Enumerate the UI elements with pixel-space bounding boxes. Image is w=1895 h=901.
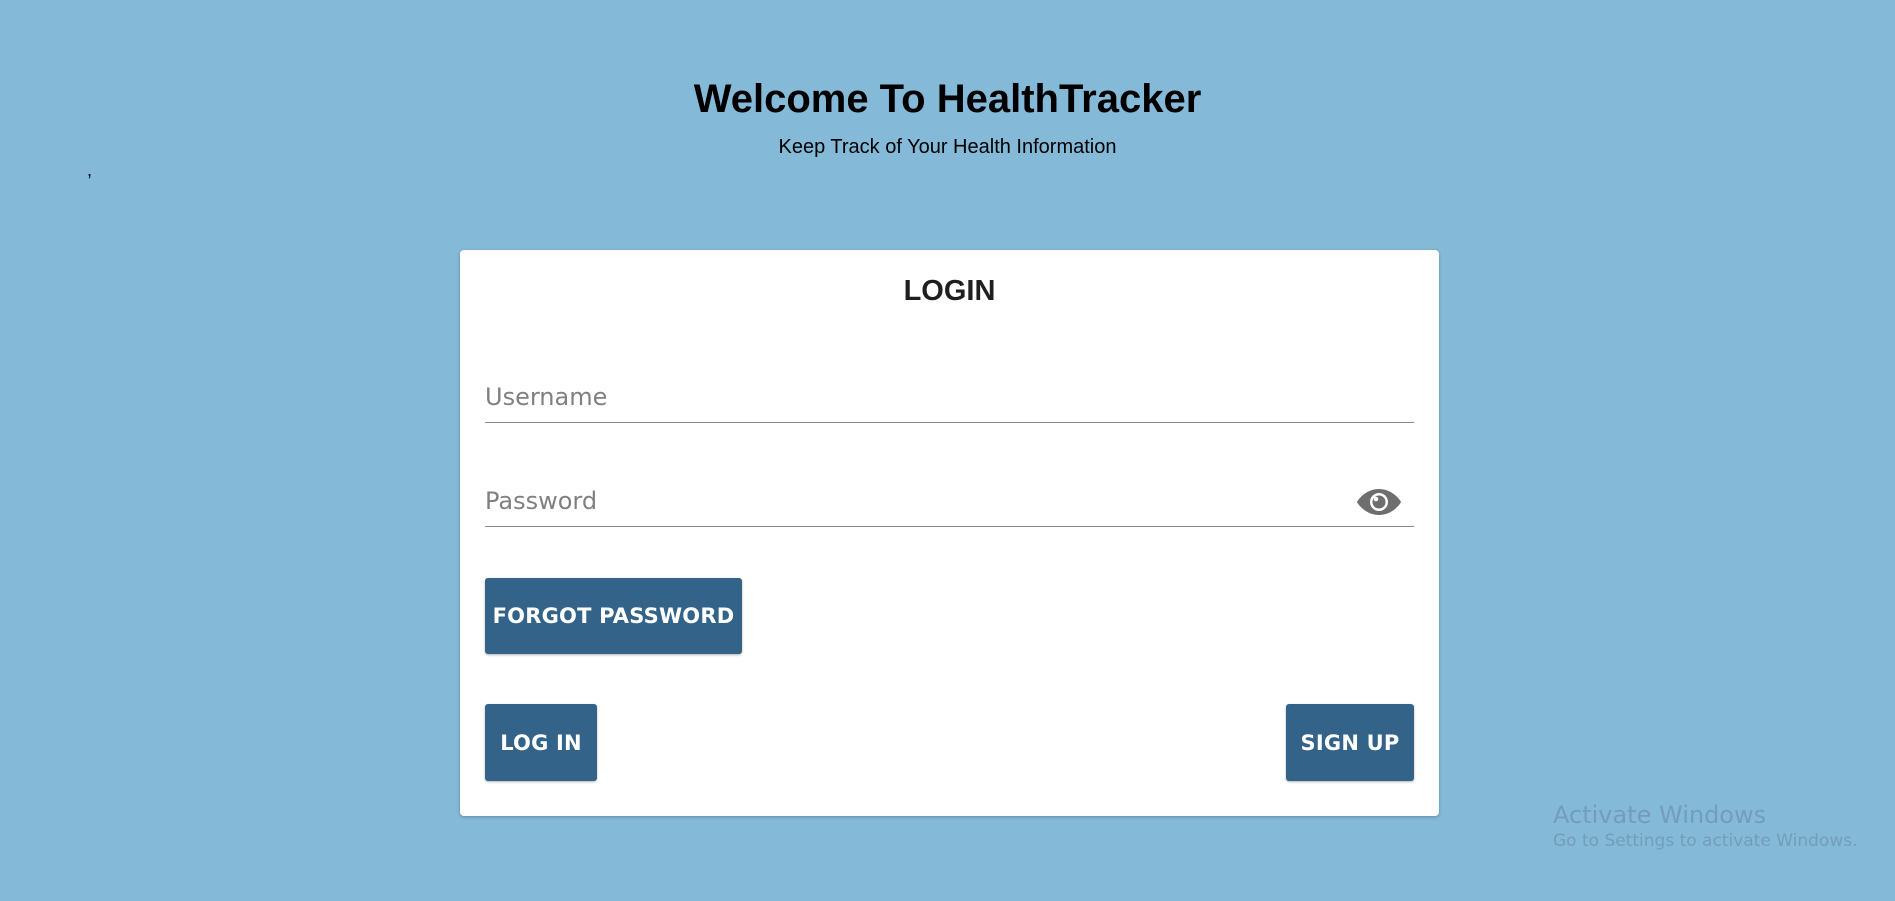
forgot-password-button[interactable]: FORGOT PASSWORD (485, 578, 742, 654)
page-subtitle: Keep Track of Your Health Information (778, 136, 1117, 158)
watermark-title: Activate Windows (1553, 801, 1767, 829)
username-input[interactable] (485, 374, 1345, 420)
watermark-subtitle: Go to Settings to activate Windows. (1553, 831, 1858, 851)
login-button[interactable]: LOG IN (485, 704, 597, 781)
username-field (485, 374, 1414, 423)
password-input[interactable] (485, 478, 1345, 524)
eye-icon[interactable] (1356, 486, 1402, 518)
login-title: LOGIN (903, 275, 996, 307)
password-field (485, 478, 1414, 527)
signup-button[interactable]: SIGN UP (1286, 704, 1414, 781)
windows-activation-watermark: Activate Windows Go to Settings to activ… (1553, 800, 1858, 852)
page-title: Welcome To HealthTracker (693, 77, 1202, 121)
stray-text: , (87, 160, 93, 180)
